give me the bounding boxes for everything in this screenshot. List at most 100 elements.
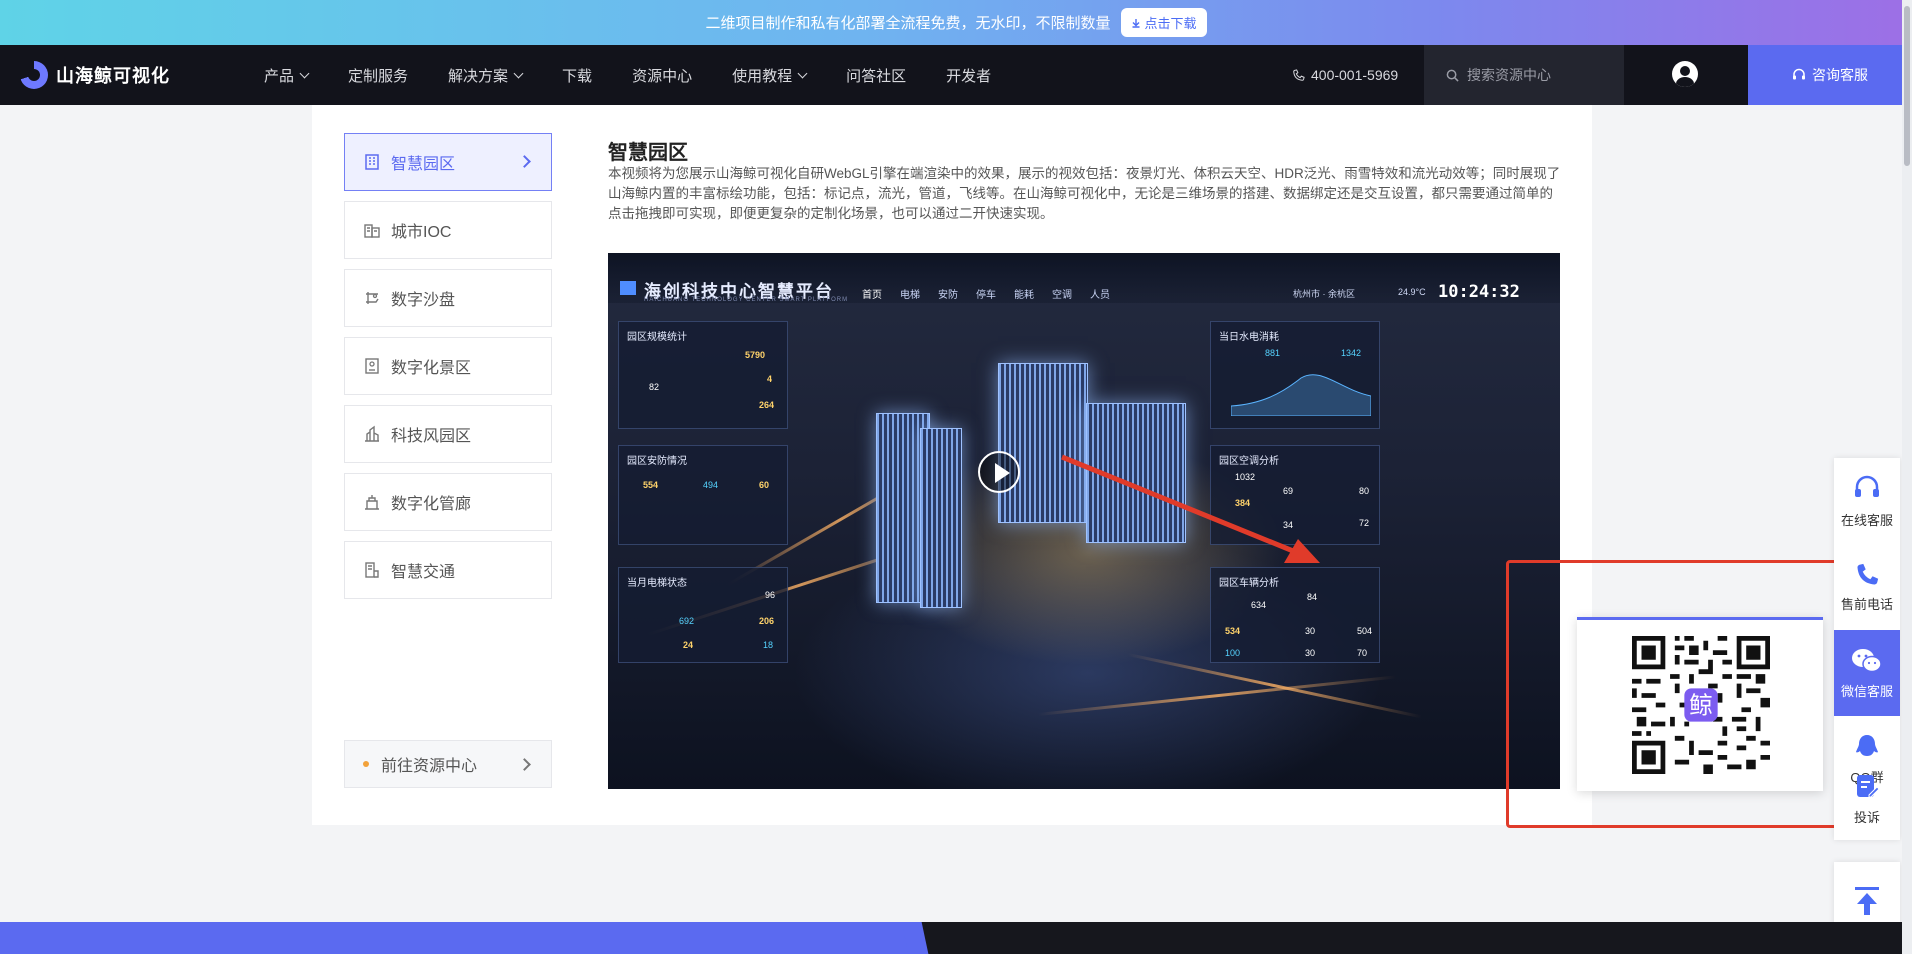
goto-label: 前往资源中心	[381, 758, 478, 775]
hud-menu-item: 能耗	[1014, 290, 1034, 301]
nav-item-resources[interactable]: 资源中心	[612, 65, 712, 86]
search-placeholder: 搜索资源中心	[1467, 67, 1551, 83]
sidebar-item-digital-scenic[interactable]: 数字化景区	[344, 337, 552, 395]
building-count: 4	[767, 374, 773, 384]
water-usage: 881	[1265, 348, 1281, 358]
nav-item-solutions[interactable]: 解决方案	[428, 65, 542, 86]
toolbar-presale-phone[interactable]: 售前电话	[1834, 544, 1900, 630]
demo-video[interactable]: 海创科技中心智慧平台 HAICHUANG TECHNOLOGY CENTER S…	[608, 253, 1560, 789]
promo-text: 二维项目制作和私有化部署全流程免费，无水印，不限制数量	[705, 15, 1111, 32]
sidebar-item-smart-traffic[interactable]: 智慧交通	[344, 541, 552, 599]
panel-title: 当日水电消耗	[1219, 332, 1279, 343]
avatar-body	[1676, 77, 1694, 87]
light-streak	[1037, 675, 1397, 716]
hud-clock: 10:24:32	[1438, 282, 1520, 302]
brand-logo[interactable]: 山海鲸可视化	[20, 61, 244, 89]
page-description: 本视频将为您展示山海鲸可视化自研WebGL引擎在端渲染中的效果，展示的视效包括：…	[608, 166, 1561, 221]
aircon-devices: 80	[1359, 486, 1370, 496]
nav-item-download[interactable]: 下载	[542, 65, 612, 86]
nav-item-label: 使用教程	[732, 67, 793, 85]
phone-icon	[1857, 563, 1879, 584]
sandbox-icon	[363, 289, 381, 307]
hud-temperature: 24.9°C	[1398, 287, 1426, 297]
sidebar-item-city-ioc[interactable]: 城市IOC	[344, 201, 552, 259]
sidebar-item-label: 智慧园区	[391, 156, 456, 173]
phone-icon	[1293, 68, 1305, 81]
sidebar-item-digital-pipe-gallery[interactable]: 数字化管廊	[344, 473, 552, 531]
wechat-icon	[1852, 648, 1882, 672]
promo-download-button[interactable]: 点击下载	[1120, 8, 1207, 37]
chevron-right-icon	[518, 758, 531, 771]
normal-count: 494	[703, 480, 719, 490]
promo-download-label: 点击下载	[1144, 16, 1197, 31]
nav-item-label: 定制服务	[348, 67, 409, 85]
hotline[interactable]: 400-001-5969	[1292, 45, 1398, 105]
scrollbar-thumb[interactable]	[1904, 6, 1910, 166]
hud-subtitle: HAICHUANG TECHNOLOGY CENTER SMART PLATFO…	[644, 297, 849, 303]
chevron-down-icon	[299, 68, 310, 78]
nav-item-label: 解决方案	[448, 67, 509, 85]
nav-menu: 产品 定制服务 解决方案 下载 资源中心 使用教程 问答社区 开发者	[244, 65, 1011, 86]
panel-parking: 园区车辆分析 634 84 534 30 504 100 30 70	[1210, 567, 1380, 663]
qq-icon	[1856, 734, 1878, 756]
sidebar-item-tech-park[interactable]: 科技风园区	[344, 405, 552, 463]
sidebar-item-label: 数字化管廊	[391, 496, 472, 513]
nav-item-tutorials[interactable]: 使用教程	[712, 65, 826, 86]
panel-title: 当月电梯状态	[627, 578, 687, 589]
nav-item-developer[interactable]: 开发者	[926, 65, 1011, 86]
nav-item-label: 开发者	[946, 67, 992, 85]
toolbar-online-service[interactable]: 在线客服	[1834, 458, 1900, 544]
abnormal-count: 60	[759, 480, 770, 490]
nav-item-community[interactable]: 问答社区	[826, 65, 926, 86]
hotline-number: 400-001-5969	[1311, 67, 1399, 83]
nav-item-custom-service[interactable]: 定制服务	[328, 65, 428, 86]
search-icon	[1446, 69, 1459, 82]
qr-code-icon: 鲸	[1632, 636, 1770, 774]
scenic-icon	[363, 357, 381, 375]
city-icon	[363, 221, 381, 239]
panel-security: 园区安防情况 554 494 60	[618, 445, 788, 545]
hud-menu-item: 空调	[1052, 290, 1072, 301]
building-icon	[363, 153, 381, 171]
parking-sub2: 30	[1305, 648, 1316, 658]
nav-item-label: 资源中心	[632, 67, 693, 85]
play-button[interactable]	[978, 451, 1020, 493]
parking-free: 30	[1305, 626, 1316, 636]
park-area: 5790	[745, 350, 766, 360]
panel-title: 园区安防情况	[627, 456, 687, 467]
parking-rate: 84	[1307, 592, 1318, 602]
chevron-down-icon	[513, 68, 524, 78]
chevron-right-icon	[518, 155, 531, 168]
avatar-head	[1680, 66, 1690, 76]
nav-item-label: 产品	[264, 67, 295, 85]
aircon-power: 72	[1359, 518, 1370, 528]
toolbar-label: 售前电话	[1840, 596, 1893, 612]
sidebar-item-smart-park[interactable]: 智慧园区	[344, 133, 552, 191]
nav-item-product[interactable]: 产品	[244, 65, 328, 86]
toolbar-wechat-service[interactable]: 微信客服	[1834, 630, 1900, 716]
brand-name: 山海鲸可视化	[56, 66, 170, 86]
tech-park-icon	[363, 425, 381, 443]
user-avatar[interactable]	[1672, 61, 1698, 87]
arrow-up-icon	[1855, 887, 1879, 915]
search-box[interactable]: 搜索资源中心	[1424, 45, 1624, 105]
goto-resource-center-button[interactable]: 前往资源中心	[344, 740, 552, 788]
camera-count: 554	[643, 480, 659, 490]
hud-menu-item: 电梯	[900, 290, 920, 301]
logo-icon	[20, 61, 48, 89]
hud-menu-item: 首页	[862, 290, 882, 301]
parking-sub3: 70	[1357, 648, 1368, 658]
sidebar-item-label: 数字沙盘	[391, 292, 456, 309]
floating-toolbar: 在线客服 售前电话 微信客服 QQ群 投诉	[1834, 458, 1900, 840]
ring-value: 82	[649, 382, 660, 392]
sidebar-item-digital-sandbox[interactable]: 数字沙盘	[344, 269, 552, 327]
panel-park-stats: 园区规模统计 82 5790 4 264	[618, 321, 788, 429]
consult-button[interactable]: 咨询客服	[1748, 45, 1912, 105]
nav-item-label: 下载	[562, 67, 593, 85]
nav-item-label: 问答社区	[846, 67, 907, 85]
complaint-icon	[1857, 774, 1880, 797]
toolbar-complaint[interactable]: 投诉	[1834, 758, 1900, 840]
parking-total: 634	[1251, 600, 1267, 610]
toolbar-label: 微信客服	[1840, 683, 1893, 699]
hud-location: 杭州市 · 余杭区	[1293, 289, 1355, 299]
